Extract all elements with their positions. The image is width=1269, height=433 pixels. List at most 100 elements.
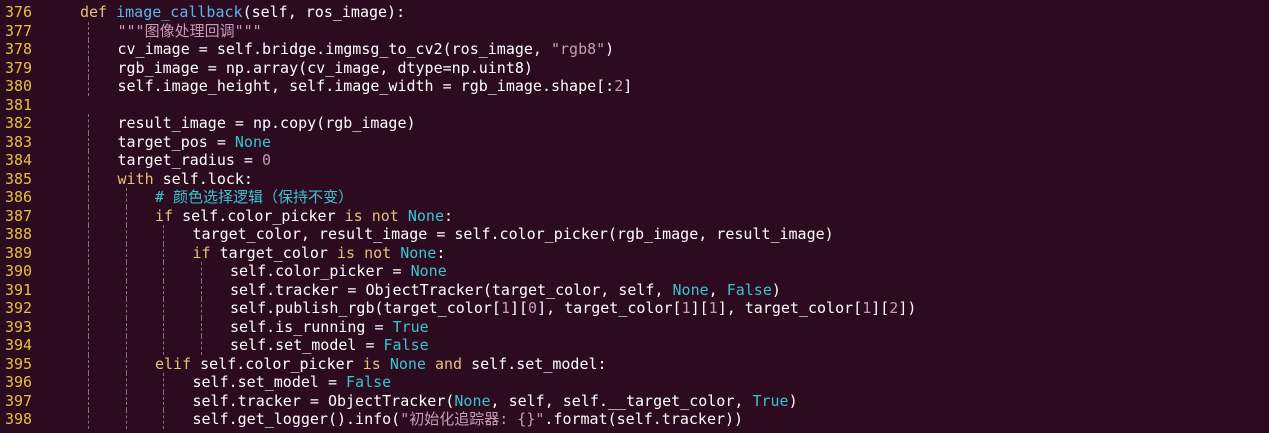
code-token: if	[155, 206, 174, 225]
code-text: target_radius = 0	[118, 151, 272, 170]
code-token: "初始化追踪器: {}"	[400, 410, 545, 428]
line-number: 394	[5, 336, 33, 354]
indent-guide	[163, 262, 164, 281]
code-token: (self, ros_image):	[242, 3, 406, 21]
code-token: and	[434, 354, 463, 373]
code-line[interactable]: 387 if self.color_picker is not None:	[0, 206, 1269, 226]
code-line[interactable]: 396 self.set_model = False	[0, 373, 1269, 392]
indent-guide	[125, 188, 127, 207]
code-token: def	[80, 3, 117, 21]
code-line[interactable]: 390 self.color_picker = None	[0, 262, 1269, 281]
code-token: is	[362, 354, 381, 373]
code-text: self.set_model = False	[193, 373, 392, 392]
line-number: 396	[5, 373, 33, 391]
code-token: False	[726, 280, 772, 299]
indent-guide	[125, 299, 127, 318]
code-text: self.is_running = True	[230, 318, 429, 337]
code-token: None	[407, 206, 444, 225]
code-line[interactable]: 386 # 颜色选择逻辑（保持不变）	[0, 188, 1269, 207]
code-token: 1	[708, 299, 718, 317]
indent-guide	[125, 243, 127, 262]
code-line[interactable]: 389 if target_color is not None:	[0, 243, 1269, 262]
indent-guide	[200, 299, 202, 318]
code-line[interactable]: 391 self.tracker = ObjectTracker(target_c…	[0, 280, 1269, 300]
line-number: 382	[5, 114, 33, 132]
indent-guide	[125, 354, 127, 373]
code-text: self.tracker = ObjectTracker(target_colo…	[230, 281, 781, 300]
code-token: "rgb8"	[550, 40, 606, 58]
indent-guide	[125, 373, 127, 392]
line-number: 391	[5, 280, 33, 299]
code-token: :	[436, 243, 446, 262]
code-token: target_radius =	[117, 151, 262, 169]
indent-guide	[88, 280, 89, 299]
indent-guide	[88, 354, 89, 373]
code-line[interactable]: 384 target_radius = 0	[0, 151, 1269, 170]
indent-guide	[163, 299, 164, 318]
indent-guide	[200, 262, 202, 281]
code-token: target_color	[210, 243, 337, 262]
code-text: target_pos = None	[118, 133, 272, 152]
indent-guide	[88, 151, 89, 170]
indent-guide	[125, 410, 127, 429]
indent-guide	[200, 280, 202, 299]
code-line[interactable]: 394 self.set_model = False	[0, 336, 1269, 355]
code-line[interactable]: 379 rgb_image = np.array(cv_image, dtype=…	[0, 58, 1269, 78]
code-token: .format(self.tracker))	[544, 410, 744, 428]
indent-guide	[125, 280, 127, 299]
code-text: self.get_logger().info("初始化追踪器: {}".form…	[193, 410, 744, 429]
code-token: 0	[262, 151, 272, 169]
code-token: if	[192, 243, 211, 262]
code-token: self.get_logger().info(	[192, 410, 401, 428]
code-token: ], target_color[	[717, 299, 863, 317]
code-line[interactable]: 395 elif self.color_picker is None and se…	[0, 354, 1269, 374]
code-line[interactable]: 398 self.get_logger().info("初始化追踪器: {}".f…	[0, 410, 1269, 429]
code-token: ,	[708, 280, 727, 299]
line-number: 384	[5, 151, 33, 169]
code-token: ][	[871, 299, 890, 317]
code-token: 0	[528, 299, 538, 317]
code-text: rgb_image = np.array(cv_image, dtype=np.…	[118, 59, 533, 78]
code-line[interactable]: 383 target_pos = None	[0, 132, 1269, 152]
indent-guide	[88, 169, 89, 188]
code-line[interactable]: 385 with self.lock:	[0, 169, 1269, 188]
code-text: if self.color_picker is not None:	[155, 207, 453, 226]
code-token: is not	[337, 243, 392, 262]
code-editor[interactable]: 376 def image_callback(self, ros_image): 3…	[0, 0, 1269, 433]
code-line[interactable]: 381	[0, 96, 1269, 115]
code-token: True	[752, 391, 789, 410]
code-line[interactable]: 397 self.tracker = ObjectTracker(None, se…	[0, 391, 1269, 410]
indent-guide	[163, 280, 164, 299]
line-number: 376	[5, 3, 33, 21]
code-token: )	[788, 391, 798, 410]
code-token: False	[346, 373, 392, 391]
code-text: # 颜色选择逻辑（保持不变）	[155, 188, 353, 207]
code-token: self.publish_rgb(target_color[	[230, 299, 501, 317]
indent-guide	[125, 206, 127, 225]
indent-guide	[163, 243, 164, 262]
code-line[interactable]: 392 self.publish_rgb(target_color[1][0], …	[0, 299, 1269, 318]
line-number: 397	[5, 391, 33, 410]
code-line[interactable]: 376 def image_callback(self, ros_image):	[0, 3, 1269, 22]
code-line[interactable]: 382 result_image = np.copy(rgb_image)	[0, 114, 1269, 133]
line-number: 390	[5, 262, 33, 280]
code-token: ]	[623, 77, 633, 95]
code-line[interactable]: 380 self.image_height, self.image_width =…	[0, 77, 1269, 96]
indent-guide	[200, 317, 202, 336]
code-line[interactable]: 393 self.is_running = True	[0, 317, 1269, 337]
code-token: 2	[889, 299, 899, 317]
indent-guide	[125, 391, 127, 410]
code-token: None	[400, 243, 437, 262]
code-line[interactable]: 377 """图像处理回调"""	[0, 21, 1269, 40]
code-line[interactable]: 378 cv_image = self.bridge.imgmsg_to_cv2(…	[0, 40, 1269, 59]
line-number: 385	[5, 169, 33, 188]
indent-guide	[88, 77, 89, 96]
indent-guide	[88, 243, 89, 262]
line-number: 383	[5, 132, 33, 151]
code-text: elif self.color_picker is None and self.…	[155, 355, 607, 374]
code-line[interactable]: 388 target_color, result_image = self.col…	[0, 225, 1269, 244]
code-token: False	[383, 336, 429, 354]
code-token: 2	[614, 77, 624, 95]
code-token: target_color, result_image = self.color_…	[192, 225, 834, 243]
